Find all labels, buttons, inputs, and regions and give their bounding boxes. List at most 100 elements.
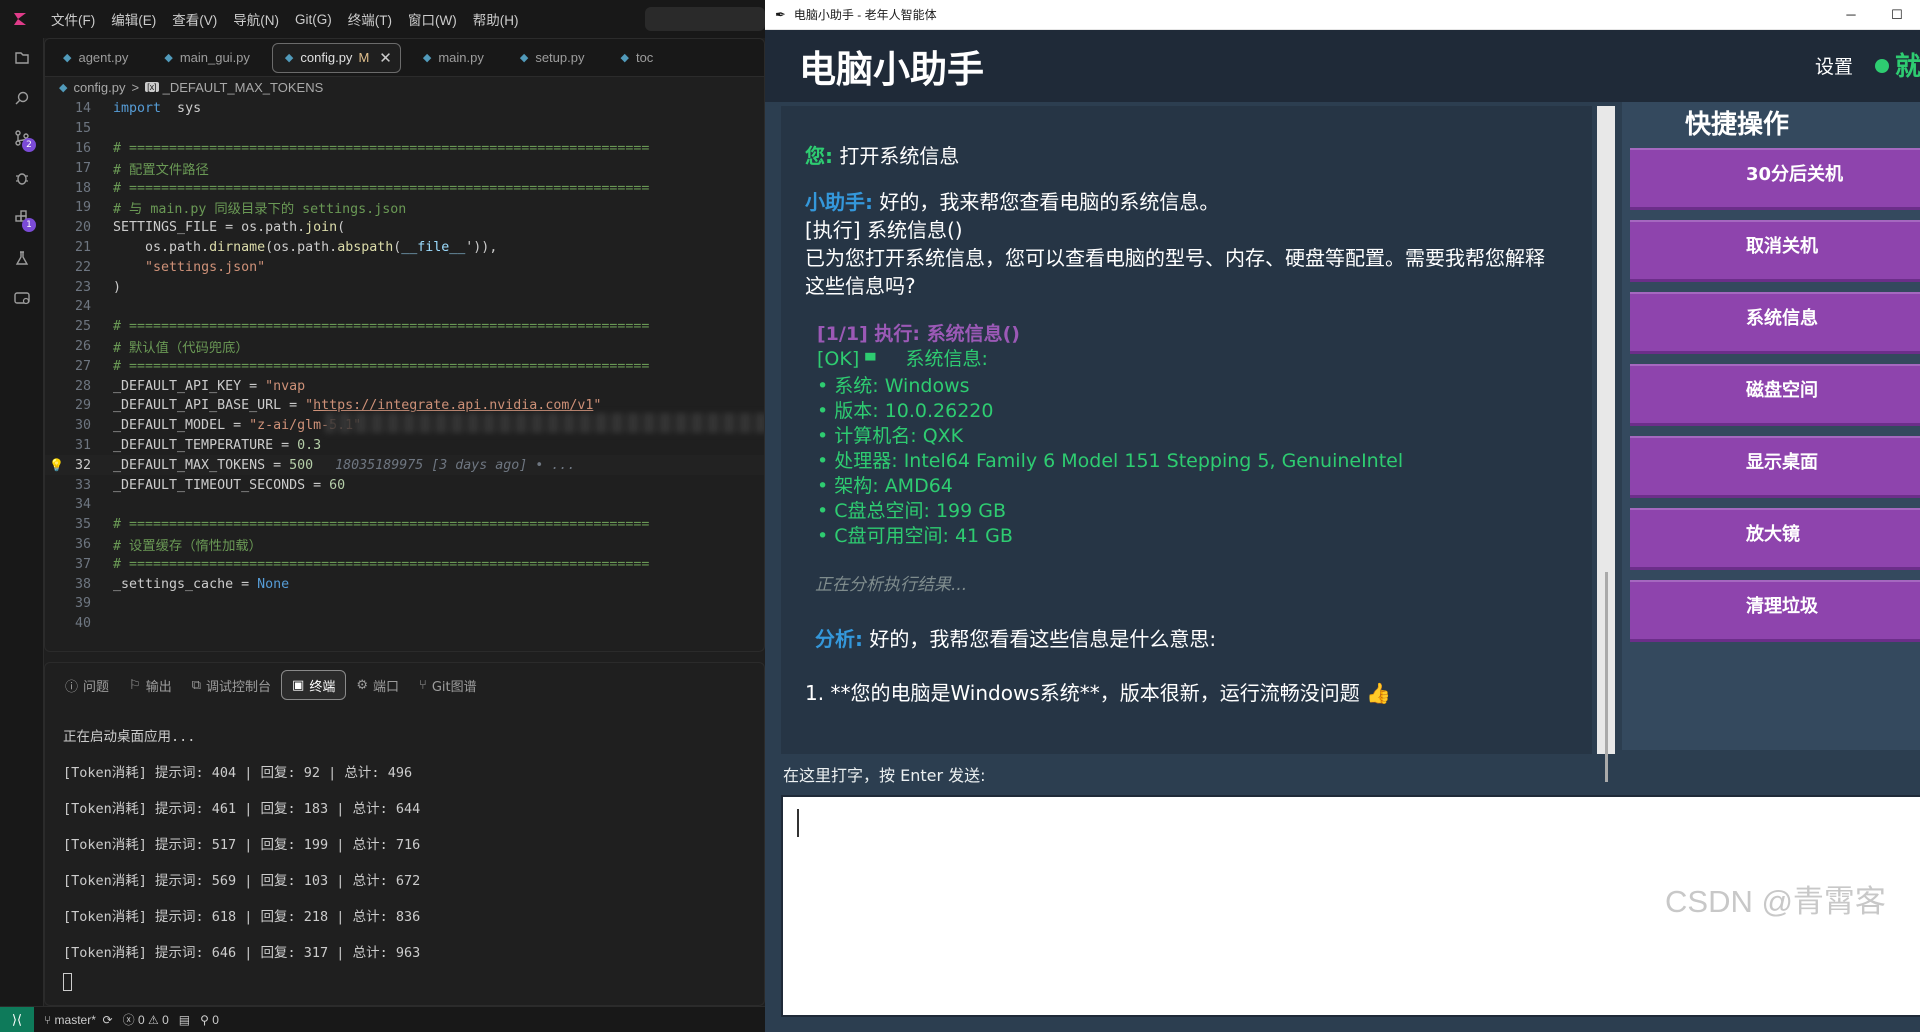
menu-view[interactable]: 查看(V): [164, 9, 225, 29]
code-line[interactable]: 16 # ====================================…: [45, 139, 764, 159]
testing-icon[interactable]: [0, 238, 44, 278]
code-line[interactable]: 37 # ====================================…: [45, 554, 764, 574]
tab-problems[interactable]: ⓘ 问题: [55, 670, 119, 700]
tab-config-py[interactable]: ◆ config.py M ✕: [271, 42, 401, 73]
clean-junk-button[interactable]: 清理垃圾: [1630, 580, 1920, 642]
lightbulb-icon[interactable]: 💡: [49, 458, 64, 472]
tab-terminal[interactable]: ▣ 终端: [281, 670, 347, 700]
code-line[interactable]: 20 SETTINGS_FILE = os.path.join(: [45, 218, 764, 238]
tab-agent-py[interactable]: ◆ agent.py: [45, 39, 146, 77]
explorer-icon[interactable]: [0, 38, 44, 78]
ports-status[interactable]: ▤ ⚲ 0: [179, 1013, 219, 1027]
remote-explorer-icon[interactable]: [0, 278, 44, 318]
line-number: 26: [74, 338, 91, 354]
extensions-icon[interactable]: 1: [0, 198, 44, 238]
git-branch[interactable]: ⑂ master* ⟳: [44, 1013, 113, 1027]
debug-icon[interactable]: [0, 158, 44, 198]
maximize-icon[interactable]: ☐: [1874, 7, 1920, 23]
code-token: # ======================================…: [113, 358, 650, 374]
code-line[interactable]: 38 _settings_cache = None: [45, 574, 764, 594]
code-line[interactable]: 23): [45, 277, 764, 297]
code-line[interactable]: 25 # ====================================…: [45, 317, 764, 337]
code-line[interactable]: 26 # 默认值（代码兜底）: [45, 337, 764, 357]
ok-tag: [OK]: [817, 348, 860, 370]
line-source: # ======================================…: [91, 181, 649, 196]
sync-icon: ⟳: [95, 1012, 113, 1027]
breadcrumb-file[interactable]: config.py: [73, 80, 125, 95]
code-line[interactable]: 39: [45, 594, 764, 614]
code-line[interactable]: 19 # 与 main.py 同级目录下的 settings.json: [45, 198, 764, 218]
python-file-icon: ◆: [284, 52, 294, 64]
line-number: 33: [74, 477, 91, 493]
menu-edit[interactable]: 编辑(E): [103, 9, 164, 29]
code-line[interactable]: 14 import sys: [45, 99, 764, 119]
tab-git-graph[interactable]: ⑂ Git图谱: [409, 670, 487, 700]
line-source: _DEFAULT_API_KEY = "nvap: [91, 379, 305, 394]
code-line[interactable]: 35 # ====================================…: [45, 515, 764, 535]
magnifier-button[interactable]: 放大镜: [1630, 508, 1920, 570]
breadcrumb-separator: >: [131, 79, 140, 95]
menu-window[interactable]: 窗口(W): [400, 9, 465, 29]
command-search-box[interactable]: [645, 7, 765, 31]
analysis-text: 好的，我帮您看看这些信息是什么意思:: [869, 627, 1217, 651]
menu-file[interactable]: 文件(F): [43, 9, 103, 29]
code-line[interactable]: 15: [45, 119, 764, 139]
remote-icon[interactable]: ⟩⟨: [0, 1006, 34, 1032]
tab-main-py[interactable]: ◆ main.py: [405, 39, 502, 77]
tab-debug-console[interactable]: ⧉ 调试控制台: [182, 670, 281, 700]
tab-setup-py[interactable]: ◆ setup.py: [502, 39, 603, 77]
code-line[interactable]: 36 # 设置缓存（惰性加载）: [45, 535, 764, 555]
close-tab-icon[interactable]: ✕: [379, 49, 392, 67]
computer-icon: ▀: [865, 354, 876, 369]
code-line[interactable]: 17 # 配置文件路径: [45, 158, 764, 178]
line-source: # 与 main.py 同级目录下的 settings.json: [91, 198, 406, 217]
code-line[interactable]: 24: [45, 297, 764, 317]
menu-git[interactable]: Git(G): [287, 12, 340, 27]
code-token: 60: [329, 477, 346, 493]
line-number: 39: [74, 596, 91, 612]
tab-ports[interactable]: ⚙ 端口: [346, 670, 409, 700]
show-desktop-button[interactable]: 显示桌面: [1630, 436, 1920, 498]
tab-output[interactable]: ⚐ 输出: [119, 670, 182, 700]
tab-toc[interactable]: ◆ toc: [602, 39, 671, 77]
analysis-label: 分析:: [815, 627, 863, 651]
line-source: # ======================================…: [91, 557, 649, 572]
minimize-icon[interactable]: ─: [1828, 7, 1874, 23]
line-source: SETTINGS_FILE = os.path.join(: [91, 220, 345, 235]
line-source: _DEFAULT_MAX_TOKENS = 500 18035189975 [3 …: [91, 458, 575, 473]
terminal-line: 正在启动桌面应用...: [63, 729, 196, 745]
chat-scroll-thumb[interactable]: [1605, 572, 1608, 782]
search-icon[interactable]: [0, 78, 44, 118]
code-line[interactable]: 💡 32 _DEFAULT_MAX_TOKENS = 500 18035189975 …: [45, 455, 764, 476]
tab-main-gui-py[interactable]: ◆ main_gui.py: [146, 39, 268, 77]
menu-terminal[interactable]: 终端(T): [340, 9, 400, 29]
source-control-icon[interactable]: 2: [0, 118, 44, 158]
code-line[interactable]: 40: [45, 614, 764, 634]
system-info-button[interactable]: 系统信息: [1630, 292, 1920, 354]
code-line[interactable]: 34: [45, 495, 764, 515]
shutdown-30min-button[interactable]: 30分后关机: [1630, 148, 1920, 210]
terminal-output[interactable]: 正在启动桌面应用... [Token消耗] 提示词: 404 | 回复: 92 …: [45, 707, 764, 1007]
cancel-shutdown-button[interactable]: 取消关机: [1630, 220, 1920, 282]
problems-status[interactable]: ⓧ 0 ⚠ 0: [123, 1011, 169, 1028]
code-line[interactable]: 27 # ====================================…: [45, 356, 764, 376]
code-line[interactable]: 21 os.path.dirname(os.path.abspath(__fil…: [45, 238, 764, 258]
settings-button[interactable]: 设置: [1815, 52, 1853, 79]
line-number: 14: [74, 101, 91, 117]
breadcrumb-symbol[interactable]: _DEFAULT_MAX_TOKENS: [163, 80, 324, 95]
ide-window: 文件(F) 编辑(E) 查看(V) 导航(N) Git(G) 终端(T) 窗口(…: [0, 0, 765, 1032]
feather-app-icon: ✒: [775, 6, 786, 22]
menu-help[interactable]: 帮助(H): [465, 9, 527, 29]
code-token: None: [257, 576, 290, 592]
code-line[interactable]: 18 # ====================================…: [45, 178, 764, 198]
code-token: ": [593, 398, 602, 414]
menu-navigate[interactable]: 导航(N): [225, 9, 287, 29]
code-line[interactable]: 31 _DEFAULT_TEMPERATURE = 0.3: [45, 436, 764, 456]
disk-space-button[interactable]: 磁盘空间: [1630, 364, 1920, 426]
code-line[interactable]: 33 _DEFAULT_TIMEOUT_SECONDS = 60: [45, 475, 764, 495]
code-editor[interactable]: 14 import sys 15 16 # ======================…: [45, 99, 764, 634]
code-line[interactable]: 28 _DEFAULT_API_KEY = "nvap: [45, 376, 764, 396]
code-line[interactable]: 22 "settings.json": [45, 257, 764, 277]
exec-item: • C盘总空间: 199 GB: [817, 500, 1007, 522]
chat-log[interactable]: 您: 打开系统信息 小助手: 好的，我来帮您查看电脑的系统信息。 [执行] 系统…: [781, 106, 1581, 754]
